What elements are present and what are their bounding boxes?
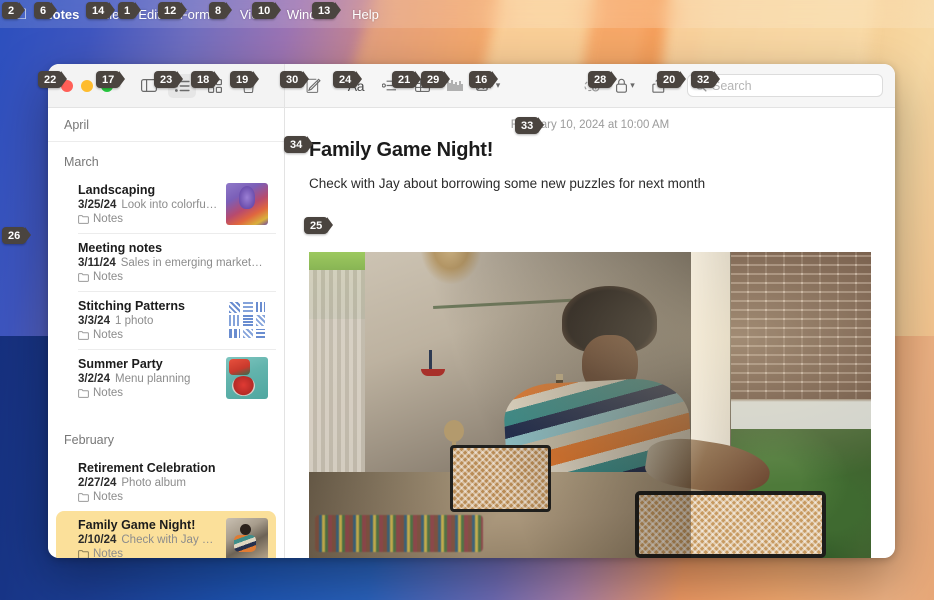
notes-window: Aa [48, 64, 895, 558]
folder-icon [78, 272, 89, 282]
note-title: Retirement Celebration [78, 461, 216, 475]
ui-element-badge-28: 28 [588, 71, 618, 88]
note-folder-label: Notes [93, 548, 124, 558]
ui-element-badge-26: 26 [2, 227, 32, 244]
food-thumbnail [226, 357, 268, 399]
ui-element-badge-14: 14 [86, 2, 116, 19]
note-date: 3/2/24 [78, 373, 110, 385]
folder-icon [78, 549, 89, 558]
note-preview: Check with Jay a… [121, 534, 218, 546]
minimize-button[interactable] [81, 79, 93, 92]
note-subtitle: 3/2/24 Menu planning [78, 373, 218, 385]
note-timestamp: February 10, 2024 at 10:00 AM [510, 119, 670, 131]
note-folder-label: Notes [93, 271, 124, 283]
note-folder-label: Notes [93, 491, 124, 503]
note-folder-label: Notes [93, 387, 124, 399]
note-preview: Look into colorfu… [121, 199, 218, 211]
note-subtitle: 2/10/24 Check with Jay a… [78, 534, 218, 546]
page-title[interactable]: Family Game Night! [285, 139, 895, 162]
note-title: Summer Party [78, 357, 163, 371]
note-subtitle: 3/3/24 1 photo [78, 315, 218, 327]
ui-element-badge-1: 1 [118, 2, 142, 19]
note-subtitle: 3/25/24 Look into colorfu… [78, 199, 218, 211]
note-detail-pane[interactable]: February 10, 2024 at 10:00 AM Family Gam… [285, 108, 895, 558]
boy-puzzle-thumbnail [226, 518, 268, 558]
ui-element-badge-23: 23 [154, 71, 184, 88]
ui-element-badge-17: 17 [96, 71, 126, 88]
note-folder: Notes [78, 387, 218, 399]
menu-item-help[interactable]: Help [352, 7, 379, 22]
note-date: 3/3/24 [78, 315, 110, 327]
folder-icon [78, 388, 89, 398]
ui-element-badge-19: 19 [230, 71, 260, 88]
list-item[interactable]: Summer Party 3/2/24 Menu planning Notes [56, 350, 276, 407]
note-folder: Notes [78, 548, 218, 558]
list-item-selected[interactable]: Family Game Night! 2/10/24 Check with Jay… [56, 511, 276, 558]
ui-element-badge-13: 13 [312, 2, 342, 19]
ui-element-badge-18: 18 [191, 71, 221, 88]
ui-element-badge-10: 10 [252, 2, 282, 19]
folder-icon [78, 330, 89, 340]
list-item[interactable]: Landscaping 3/25/24 Look into colorfu… No… [56, 176, 276, 233]
note-date: 2/10/24 [78, 534, 117, 546]
ui-element-badge-30: 30 [280, 71, 310, 88]
note-group-header-april: April [48, 108, 284, 142]
note-preview: 1 photo [114, 315, 154, 327]
folder-icon [78, 492, 89, 502]
note-subtitle: 3/11/24 Sales in emerging markets… [78, 257, 268, 269]
list-item[interactable]: Meeting notes 3/11/24 Sales in emerging m… [56, 234, 276, 291]
ui-element-badge-8: 8 [209, 2, 233, 19]
ui-element-badge-16: 16 [469, 71, 499, 88]
ui-element-badge-32: 32 [691, 71, 721, 88]
chevron-down-icon[interactable]: ▾ [630, 80, 635, 91]
ui-element-badge-2: 2 [2, 2, 26, 19]
ui-element-badge-33: 33 [515, 117, 545, 134]
ui-element-badge-12: 12 [158, 2, 188, 19]
folder-icon [78, 214, 89, 224]
note-preview: Sales in emerging markets… [120, 257, 268, 269]
ui-element-badge-34: 34 [284, 136, 314, 153]
boy-at-table-with-puzzle-photo[interactable] [309, 252, 871, 558]
note-title: Stitching Patterns [78, 299, 185, 313]
note-group-header-march: March [64, 155, 99, 169]
ui-element-badge-24: 24 [333, 71, 363, 88]
note-list[interactable]: April March Landscaping 3/25/24 Look into… [48, 108, 285, 558]
note-folder-label: Notes [93, 213, 124, 225]
window-body: April March Landscaping 3/25/24 Look into… [48, 108, 895, 558]
note-group-header-february: February [64, 433, 115, 447]
note-title: Meeting notes [78, 241, 163, 255]
note-folder: Notes [78, 271, 268, 283]
stitching-patterns-thumbnail [226, 299, 268, 341]
note-folder: Notes [78, 329, 218, 341]
ui-element-badge-20: 20 [657, 71, 687, 88]
ui-element-badge-25: 25 [304, 217, 334, 234]
note-folder: Notes [78, 213, 218, 225]
list-item[interactable]: Retirement Celebration 2/27/24 Photo albu… [56, 454, 276, 511]
iris-flower-thumbnail [226, 183, 268, 225]
note-subtitle: 2/27/24 Photo album [78, 477, 268, 489]
photo-light-overlay [309, 252, 871, 558]
ui-element-badge-22: 22 [38, 71, 68, 88]
note-preview: Menu planning [114, 373, 191, 385]
note-body-text[interactable]: Check with Jay about borrowing some new … [285, 162, 895, 204]
note-title: Landscaping [78, 183, 156, 197]
ui-element-badge-29: 29 [421, 71, 451, 88]
note-folder: Notes [78, 491, 268, 503]
note-date: 3/11/24 [78, 257, 116, 269]
note-date: 2/27/24 [78, 477, 117, 489]
note-preview: Photo album [121, 477, 186, 489]
note-date: 3/25/24 [78, 199, 117, 211]
list-item[interactable]: Stitching Patterns 3/3/24 1 photo Notes [56, 292, 276, 349]
note-title: Family Game Night! [78, 518, 196, 532]
ui-element-badge-21: 21 [392, 71, 422, 88]
note-folder-label: Notes [93, 329, 124, 341]
ui-element-badge-6: 6 [34, 2, 58, 19]
